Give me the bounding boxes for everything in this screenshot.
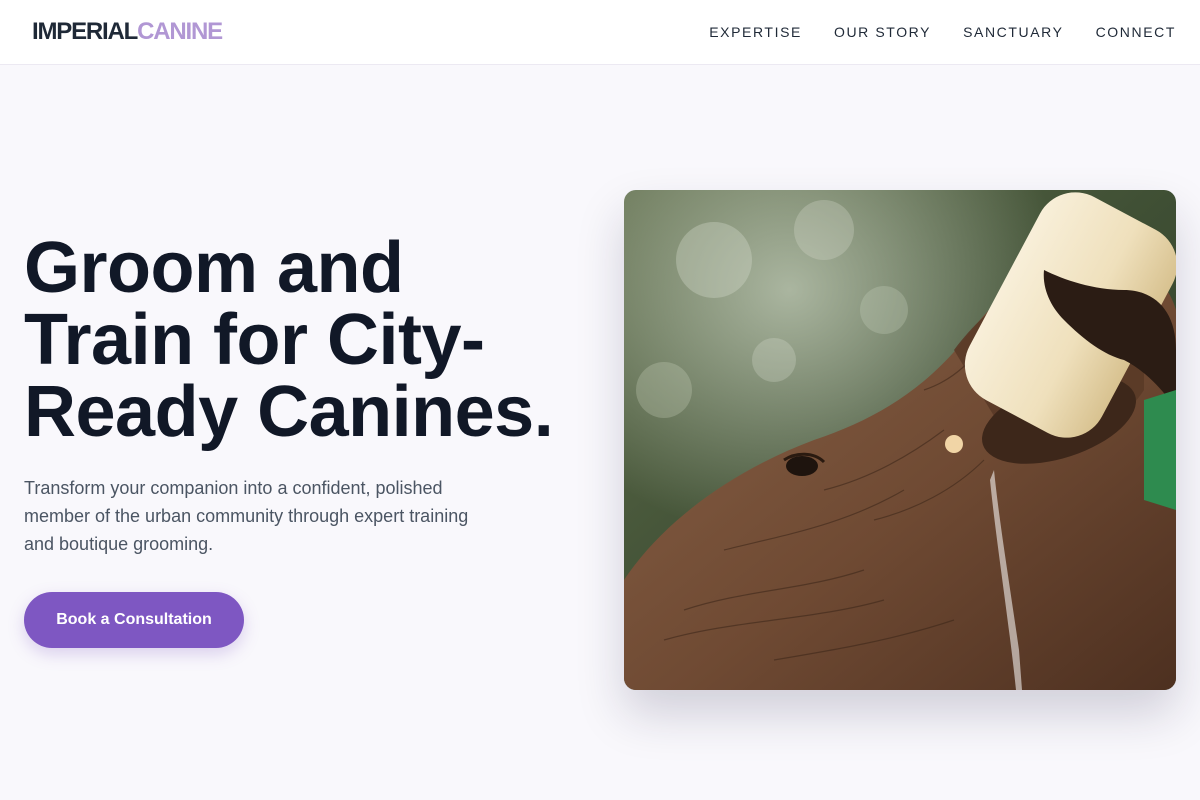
nav-link-sanctuary[interactable]: SANCTUARY [963,24,1064,40]
hero-section: Groom and Train for City- Ready Canines.… [24,232,604,648]
hero-title-line-3: Ready Canines. [24,372,554,452]
hero-title: Groom and Train for City- Ready Canines. [24,232,604,448]
nav-link-connect[interactable]: CONNECT [1096,24,1176,40]
logo-accent: CANINE [137,18,223,45]
nav-link-our-story[interactable]: OUR STORY [834,24,931,40]
hero-subtitle: Transform your companion into a confiden… [24,478,469,554]
site-header: IMPERIALCANINE EXPERTISE OUR STORY SANCT… [0,0,1200,65]
hero-image [624,190,1176,690]
elephant-feeding-photo [624,190,1176,690]
hero-title-line-1: Groom and [24,228,404,308]
book-consultation-button[interactable]: Book a Consultation [24,592,244,648]
logo-primary: IMPERIAL [32,18,138,45]
nav-link-expertise[interactable]: EXPERTISE [709,24,802,40]
logo[interactable]: IMPERIALCANINE [32,18,223,46]
hero-title-line-2: Train for City- [24,300,485,380]
main-nav: EXPERTISE OUR STORY SANCTUARY CONNECT [709,24,1176,40]
